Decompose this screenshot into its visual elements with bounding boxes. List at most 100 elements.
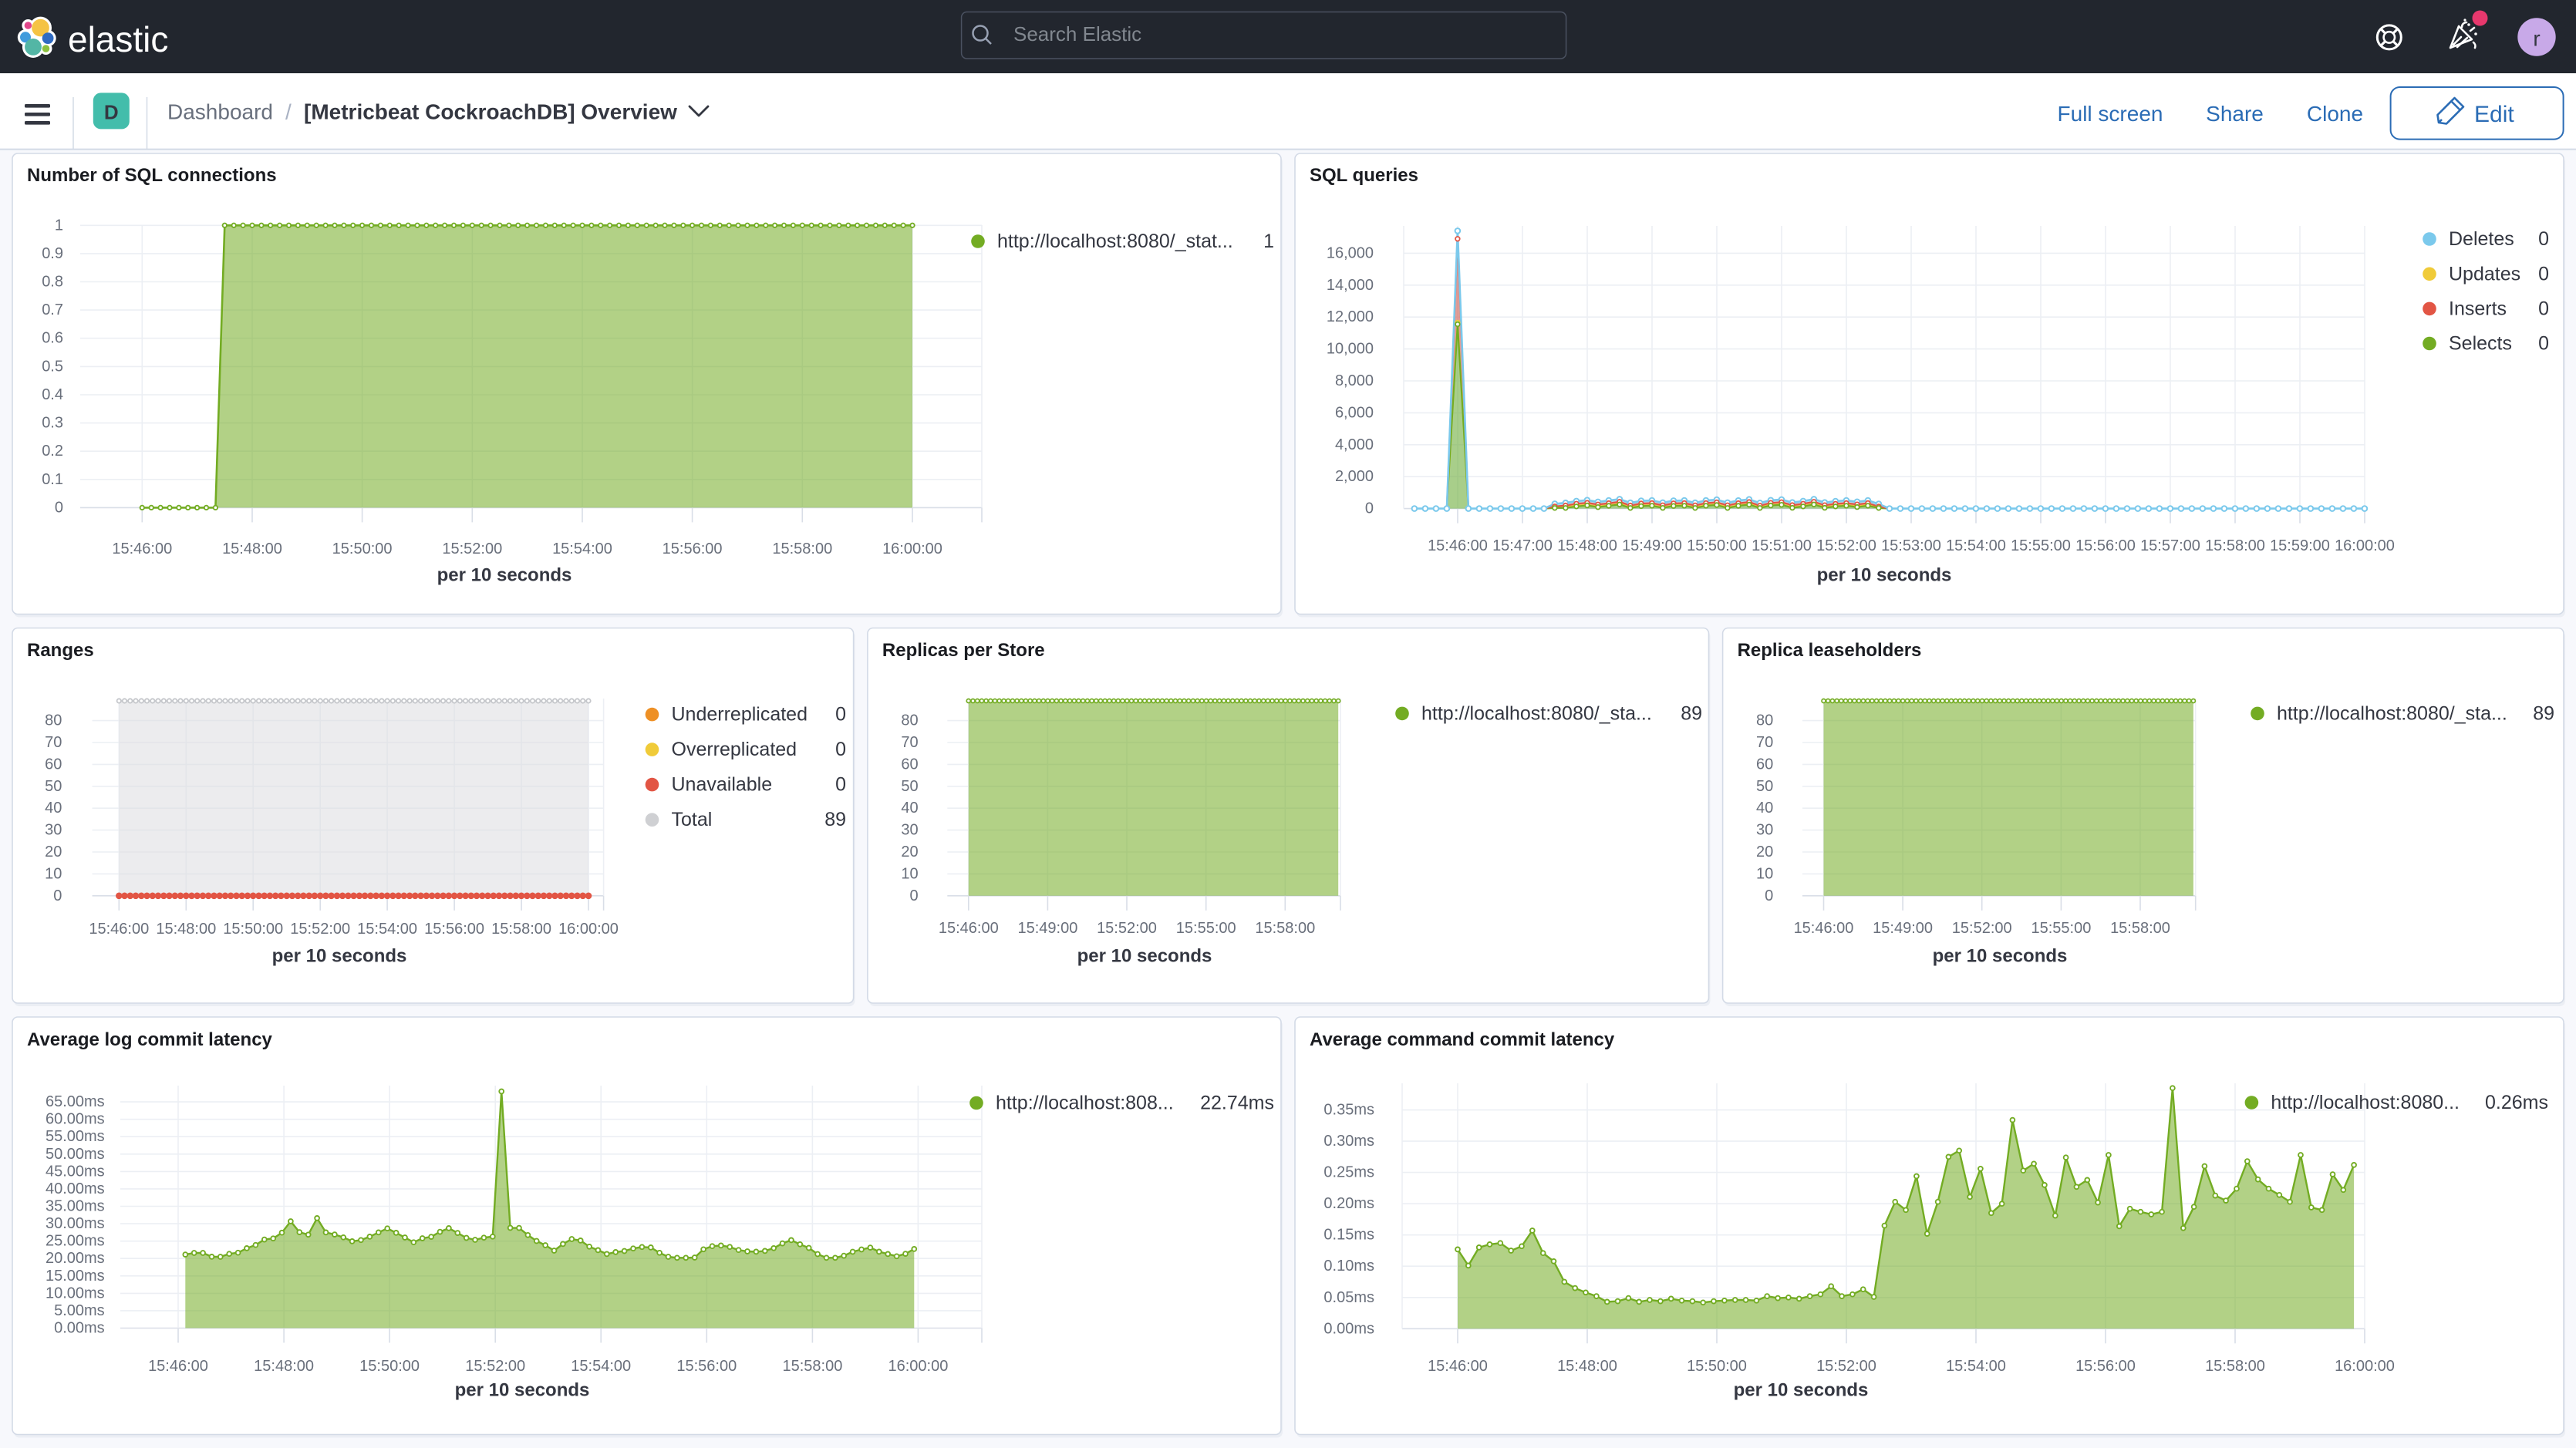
svg-text:Average log commit latency: Average log commit latency: [27, 1029, 273, 1050]
svg-text:15:58:00: 15:58:00: [2110, 920, 2170, 937]
svg-text:20: 20: [1756, 844, 1773, 860]
svg-text:15:56:00: 15:56:00: [676, 1358, 737, 1375]
svg-text:60: 60: [1756, 756, 1773, 773]
svg-text:15:59:00: 15:59:00: [2270, 537, 2330, 554]
svg-text:Overreplicated: Overreplicated: [672, 739, 797, 760]
svg-text:0.5: 0.5: [42, 358, 63, 375]
svg-text:15:57:00: 15:57:00: [2140, 537, 2200, 554]
svg-text:Replicas per Store: Replicas per Store: [882, 640, 1045, 661]
svg-text:Share: Share: [2206, 102, 2264, 126]
svg-text:80: 80: [45, 712, 62, 729]
svg-text:0: 0: [909, 887, 918, 904]
svg-text:http://localhost:8080/_sta...: http://localhost:8080/_sta...: [1421, 702, 1652, 724]
svg-text:15:58:00: 15:58:00: [2205, 1358, 2265, 1375]
svg-text:0: 0: [835, 774, 846, 796]
svg-text:15:49:00: 15:49:00: [1622, 537, 1682, 554]
svg-text:20: 20: [45, 844, 62, 860]
svg-text:10: 10: [45, 865, 62, 882]
svg-text:40: 40: [901, 800, 918, 817]
svg-text:0: 0: [2538, 228, 2549, 250]
svg-text:80: 80: [901, 712, 918, 729]
svg-text:15:47:00: 15:47:00: [1492, 537, 1553, 554]
svg-text:30: 30: [901, 822, 918, 839]
svg-text:15:52:00: 15:52:00: [290, 921, 350, 938]
svg-text:70: 70: [1756, 734, 1773, 751]
svg-text:30: 30: [1756, 822, 1773, 839]
svg-text:12,000: 12,000: [1327, 308, 1374, 325]
svg-text:15:50:00: 15:50:00: [1687, 1358, 1747, 1375]
svg-text:SQL queries: SQL queries: [1310, 165, 1418, 186]
svg-text:25.00ms: 25.00ms: [46, 1233, 105, 1250]
svg-text:0.6: 0.6: [42, 330, 63, 347]
svg-text:Number of SQL connections: Number of SQL connections: [27, 165, 277, 186]
svg-text:15:56:00: 15:56:00: [2075, 537, 2136, 554]
svg-text:15:52:00: 15:52:00: [442, 540, 502, 557]
svg-text:Total: Total: [672, 809, 713, 830]
svg-text:15:58:00: 15:58:00: [1255, 920, 1315, 937]
svg-text:0.9: 0.9: [42, 245, 63, 262]
svg-text:per 10 seconds: per 10 seconds: [272, 946, 407, 967]
svg-text:15:56:00: 15:56:00: [424, 921, 484, 938]
svg-text:0: 0: [2538, 333, 2549, 355]
svg-text:0.30ms: 0.30ms: [1323, 1133, 1374, 1150]
svg-text:70: 70: [901, 734, 918, 751]
svg-text:0.25ms: 0.25ms: [1323, 1164, 1374, 1181]
svg-text:15:54:00: 15:54:00: [357, 921, 417, 938]
svg-text:Clone: Clone: [2307, 102, 2363, 126]
svg-text:15:49:00: 15:49:00: [1873, 920, 1933, 937]
svg-text:15:58:00: 15:58:00: [782, 1358, 842, 1375]
svg-text:0.10ms: 0.10ms: [1323, 1258, 1374, 1275]
svg-text:Full screen: Full screen: [2058, 102, 2163, 126]
svg-text:15:55:00: 15:55:00: [2011, 537, 2071, 554]
svg-text:Deletes: Deletes: [2449, 228, 2514, 250]
svg-text:15:48:00: 15:48:00: [222, 540, 282, 557]
svg-text:elastic: elastic: [68, 19, 168, 59]
svg-text:15:58:00: 15:58:00: [772, 540, 832, 557]
svg-text:Selects: Selects: [2449, 333, 2512, 355]
svg-text:Replica leaseholders: Replica leaseholders: [1738, 640, 1922, 661]
svg-text:55.00ms: 55.00ms: [46, 1128, 105, 1145]
svg-text:0: 0: [2538, 263, 2549, 285]
svg-text:0.3: 0.3: [42, 415, 63, 432]
svg-text:Search Elastic: Search Elastic: [1013, 22, 1141, 45]
svg-text:0.05ms: 0.05ms: [1323, 1289, 1374, 1306]
svg-text:22.74ms: 22.74ms: [1200, 1093, 1274, 1114]
svg-text:89: 89: [1681, 702, 1702, 724]
svg-text:2,000: 2,000: [1335, 468, 1374, 485]
svg-text:0.26ms: 0.26ms: [2485, 1092, 2548, 1113]
svg-text:10: 10: [901, 865, 918, 882]
svg-text:0.8: 0.8: [42, 274, 63, 291]
svg-text:15:46:00: 15:46:00: [89, 921, 149, 938]
svg-text:1: 1: [1263, 231, 1274, 252]
svg-text:D: D: [104, 101, 119, 124]
svg-text:30: 30: [45, 822, 62, 839]
svg-text:15:46:00: 15:46:00: [148, 1358, 208, 1375]
svg-text:20.00ms: 20.00ms: [46, 1250, 105, 1267]
svg-text:16,000: 16,000: [1327, 244, 1374, 261]
svg-text:15:52:00: 15:52:00: [465, 1358, 525, 1375]
svg-text:15:52:00: 15:52:00: [1816, 537, 1876, 554]
svg-text:89: 89: [2533, 702, 2554, 724]
svg-text:6,000: 6,000: [1335, 404, 1374, 421]
svg-text:15:54:00: 15:54:00: [552, 540, 612, 557]
svg-text:30.00ms: 30.00ms: [46, 1215, 105, 1232]
svg-text:1: 1: [55, 217, 63, 234]
svg-text:15:50:00: 15:50:00: [359, 1358, 420, 1375]
svg-text:0: 0: [1765, 887, 1773, 904]
svg-text:15:55:00: 15:55:00: [1176, 920, 1236, 937]
svg-text:per 10 seconds: per 10 seconds: [437, 565, 572, 586]
svg-text:45.00ms: 45.00ms: [46, 1163, 105, 1180]
svg-text:Underreplicated: Underreplicated: [672, 704, 808, 726]
svg-text:15:58:00: 15:58:00: [491, 921, 551, 938]
svg-text:10.00ms: 10.00ms: [46, 1285, 105, 1302]
svg-text:40: 40: [1756, 800, 1773, 817]
svg-text:15.00ms: 15.00ms: [46, 1268, 105, 1285]
svg-text:http://localhost:8080/_sta...: http://localhost:8080/_sta...: [2277, 702, 2507, 724]
svg-text:0.00ms: 0.00ms: [54, 1320, 105, 1337]
svg-text:Unavailable: Unavailable: [672, 774, 773, 796]
svg-text:15:48:00: 15:48:00: [254, 1358, 314, 1375]
svg-text:16:00:00: 16:00:00: [2335, 537, 2395, 554]
svg-text:0.00ms: 0.00ms: [1323, 1320, 1374, 1337]
svg-text:15:54:00: 15:54:00: [1946, 537, 2006, 554]
svg-text:5.00ms: 5.00ms: [54, 1302, 105, 1319]
